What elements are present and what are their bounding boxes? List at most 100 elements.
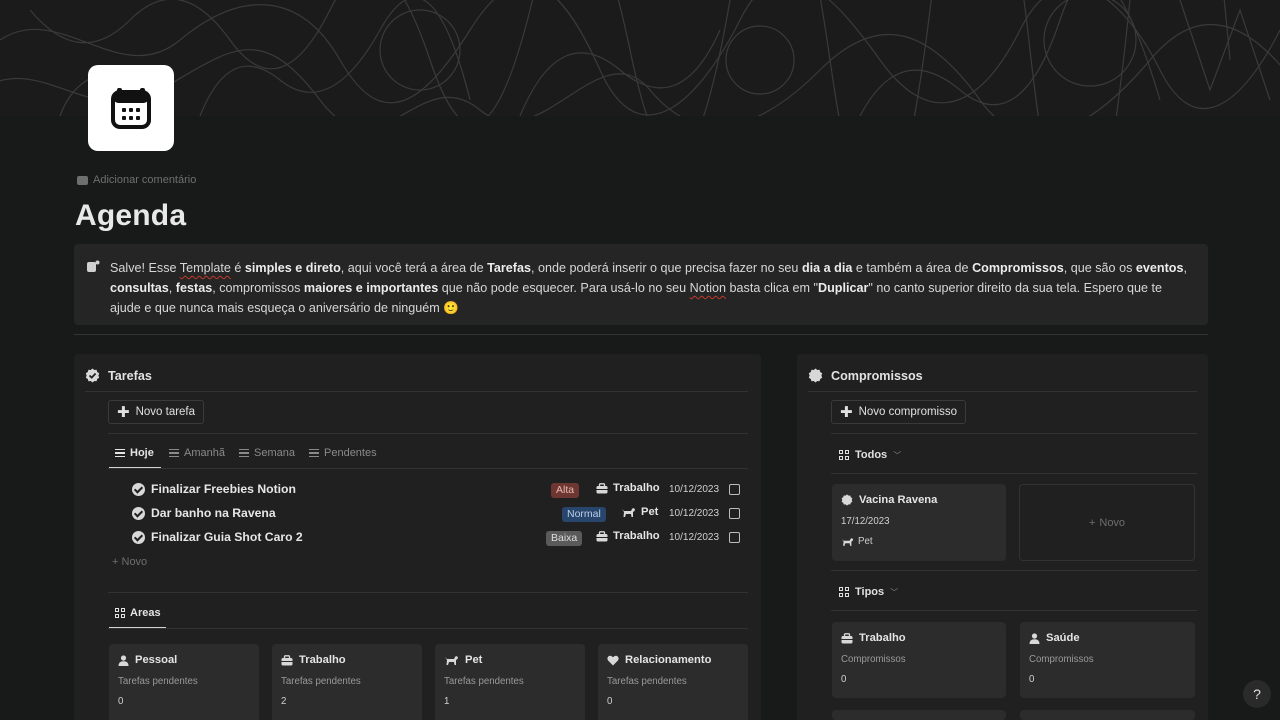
card-property-label: Tarefas pendentes [281, 676, 361, 687]
area-tag: Trabalho [596, 482, 660, 494]
task-row[interactable]: Finalizar Guia Shot Caro 2 Baixa Trabalh… [132, 528, 744, 548]
task-checkbox[interactable] [729, 484, 740, 495]
divider [108, 592, 748, 593]
tab-label: Semana [254, 447, 295, 459]
help-button[interactable]: ? [1243, 680, 1271, 708]
card-title: Trabalho [841, 632, 906, 644]
divider [74, 334, 1208, 335]
appointment-tag-label: Pet [858, 536, 873, 547]
card-title-label: Trabalho [859, 632, 906, 644]
card-property-value: 0 [607, 696, 613, 707]
appointment-card[interactable]: Vacina Ravena 17/12/2023 Pet [832, 484, 1006, 561]
new-task-row-button[interactable]: + Novo [112, 556, 147, 568]
new-card-button[interactable]: + Novo [1019, 484, 1195, 561]
card-title-label: Pet [465, 654, 483, 666]
tab-semana[interactable]: Semana [239, 447, 295, 459]
check-badge-icon [132, 482, 145, 496]
new-task-label: Novo tarefa [135, 406, 196, 418]
gallery-icon [839, 450, 849, 460]
view-selector-tipos[interactable]: Tipos ﹀ [839, 586, 898, 598]
tab-label: Hoje [130, 447, 154, 459]
card-title-label: Relacionamento [625, 654, 712, 666]
badge-icon [841, 494, 853, 506]
page-title[interactable]: Agenda [75, 199, 186, 233]
tab-areas[interactable]: Areas [115, 607, 161, 619]
card-title-label: Trabalho [299, 654, 346, 666]
area-card-pessoal[interactable]: Pessoal Tarefas pendentes 0 [109, 644, 259, 720]
calendar-icon [111, 88, 151, 129]
card-property-label: Tarefas pendentes [444, 676, 524, 687]
area-tag-label: Pet [641, 506, 659, 518]
heart-icon [607, 655, 619, 665]
task-row[interactable]: Finalizar Freebies Notion Alta Trabalho … [132, 480, 744, 500]
task-checkbox[interactable] [729, 532, 740, 543]
tab-label: Pendentes [324, 447, 377, 459]
intro-callout[interactable]: Salve! Esse Template é simples e direto,… [74, 244, 1208, 325]
divider [831, 610, 1197, 611]
card-property-label: Tarefas pendentes [607, 676, 687, 687]
comment-icon [77, 175, 88, 185]
add-comment-label: Adicionar comentário [93, 174, 197, 186]
speech-bubble-icon [87, 260, 100, 272]
tarefas-heading: Tarefas [85, 368, 152, 383]
check-badge-icon [132, 530, 145, 544]
area-tag-label: Trabalho [613, 530, 660, 542]
tipo-card[interactable] [1020, 710, 1195, 720]
task-date: 10/12/2023 [669, 508, 720, 519]
task-title-label: Dar banho na Ravena [151, 506, 276, 520]
new-task-button[interactable]: ✚ Novo tarefa [108, 400, 205, 424]
tipo-card[interactable] [832, 710, 1006, 720]
scribble-pattern [0, 0, 1280, 116]
badge-icon [808, 368, 823, 383]
new-appointment-label: Novo compromisso [858, 406, 957, 418]
view-selector-todos[interactable]: Todos ﹀ [839, 449, 901, 461]
card-title: Pet [444, 654, 482, 666]
compromissos-heading-label: Compromissos [831, 368, 923, 383]
list-icon [169, 449, 179, 457]
tarefas-heading-label: Tarefas [108, 368, 152, 383]
new-appointment-button[interactable]: ✚ Novo compromisso [831, 400, 966, 424]
area-card-pet[interactable]: Pet Tarefas pendentes 1 [435, 644, 585, 720]
card-title: Trabalho [281, 654, 346, 666]
tab-amanha[interactable]: Amanhã [169, 447, 225, 459]
person-icon [1029, 632, 1040, 644]
person-icon [118, 654, 129, 666]
tipo-card-saude[interactable]: Saúde Compromissos 0 [1020, 622, 1195, 698]
tab-label: Amanhã [184, 447, 225, 459]
dog-icon [445, 655, 458, 665]
plus-icon: + [1088, 516, 1096, 529]
list-icon [115, 449, 125, 457]
calendar-page-icon[interactable] [88, 65, 174, 151]
priority-badge: Baixa [546, 531, 583, 546]
card-title-label: Vacina Ravena [859, 494, 938, 506]
area-card-trabalho[interactable]: Trabalho Tarefas pendentes 2 [272, 644, 422, 720]
task-title[interactable]: Finalizar Guia Shot Caro 2 [132, 530, 303, 544]
area-tag-label: Trabalho [613, 482, 660, 494]
task-title[interactable]: Finalizar Freebies Notion [132, 482, 296, 496]
tab-pendentes[interactable]: Pendentes [309, 447, 377, 459]
card-property-value: 1 [444, 696, 450, 707]
check-badge-icon [132, 506, 145, 520]
area-tag: Pet [621, 506, 658, 518]
callout-text: Salve! Esse Template é simples e direto,… [110, 261, 1187, 315]
new-row-label: Novo [121, 556, 148, 568]
tipo-card-trabalho[interactable]: Trabalho Compromissos 0 [832, 622, 1006, 698]
card-property-value: 0 [118, 696, 124, 707]
card-property-label: Tarefas pendentes [118, 676, 198, 687]
add-comment-button[interactable]: Adicionar comentário [77, 174, 196, 186]
area-card-relacionamento[interactable]: Relacionamento Tarefas pendentes 0 [598, 644, 748, 720]
task-checkbox[interactable] [729, 508, 740, 519]
card-property-value: 2 [281, 696, 287, 707]
card-property-label: Compromissos [841, 654, 906, 665]
tab-hoje[interactable]: Hoje [115, 447, 154, 459]
task-title[interactable]: Dar banho na Ravena [132, 506, 276, 520]
task-row[interactable]: Dar banho na Ravena Normal Pet 10/12/202… [132, 504, 744, 524]
card-title: Pessoal [118, 654, 177, 666]
briefcase-icon [596, 482, 608, 493]
gallery-icon [115, 608, 125, 618]
new-card-label: Novo [1099, 516, 1126, 529]
appointment-tag: Pet [841, 536, 873, 547]
page-cover[interactable] [0, 0, 1280, 116]
divider [108, 468, 748, 469]
card-title: Relacionamento [607, 654, 711, 666]
